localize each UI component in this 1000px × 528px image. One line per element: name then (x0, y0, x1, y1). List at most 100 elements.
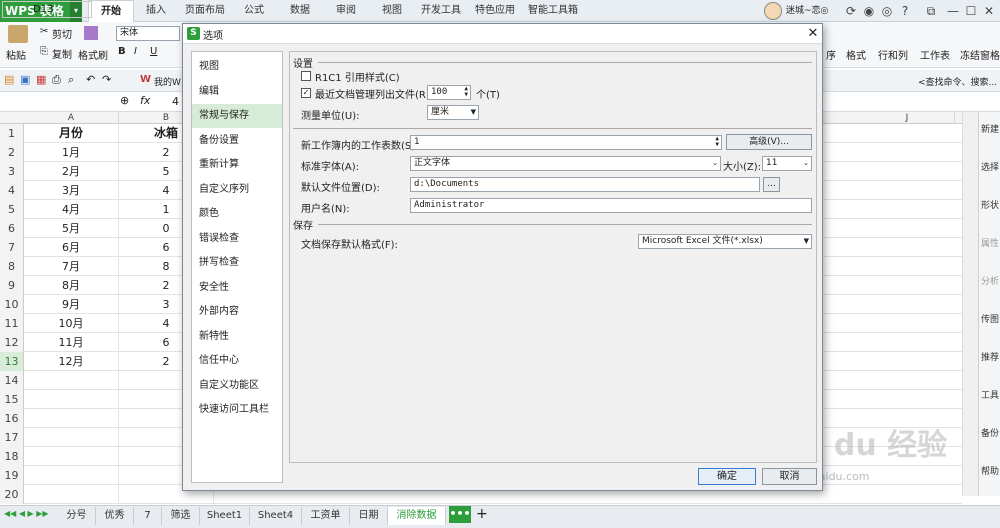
row-number[interactable]: 9 (0, 276, 24, 295)
cut-button[interactable]: 剪切 (52, 26, 72, 41)
column-header-j[interactable]: J (860, 112, 955, 124)
cell-a[interactable]: 4月 (24, 200, 119, 219)
restore-icon[interactable]: ⧉ (922, 2, 940, 20)
nav-item[interactable]: 编辑 (192, 80, 282, 104)
formula-input[interactable]: 4 (172, 95, 179, 108)
cell-a[interactable]: 6月 (24, 238, 119, 257)
side-backup[interactable]: 备份 (980, 426, 1000, 439)
side-new[interactable]: 新建 (980, 122, 1000, 135)
sheet-tab-2[interactable]: 7 (134, 507, 162, 525)
side-properties[interactable]: 属性 (980, 236, 1000, 249)
row-number[interactable]: 7 (0, 238, 24, 257)
row-number[interactable]: 2 (0, 143, 24, 162)
row-number[interactable]: 6 (0, 219, 24, 238)
nav-item[interactable]: 新特性 (192, 325, 282, 349)
dialog-title-bar[interactable] (183, 24, 822, 44)
format-painter-button[interactable]: 格式刷 (78, 47, 108, 62)
cell-a[interactable]: 8月 (24, 276, 119, 295)
tab-formulas[interactable]: 公式 (234, 0, 274, 22)
cancel-button[interactable]: 取消 (762, 468, 817, 485)
nav-item[interactable]: 常规与保存 (192, 104, 282, 128)
nav-item[interactable]: 拼写检查 (192, 251, 282, 275)
cell-a[interactable]: 9月 (24, 295, 119, 314)
dialog-close-icon[interactable]: ✕ (805, 25, 821, 42)
row-number[interactable]: 13 (0, 352, 24, 371)
cell-a[interactable] (24, 466, 119, 485)
ok-button[interactable]: 确定 (698, 468, 756, 485)
cell-a[interactable] (24, 485, 119, 504)
cell-a[interactable]: 月份 (24, 124, 119, 143)
tab-data[interactable]: 数据 (280, 0, 320, 22)
username-input[interactable]: Administrator (410, 198, 812, 213)
copy-icon[interactable]: ⎘ (40, 46, 48, 57)
underline-button[interactable]: U (150, 46, 157, 57)
sheet-tab-7[interactable]: 日期 (350, 507, 388, 525)
row-number[interactable]: 16 (0, 409, 24, 428)
worksheet-button[interactable]: 工作表 (920, 47, 950, 62)
row-number[interactable]: 18 (0, 447, 24, 466)
nav-item[interactable]: 自定义功能区 (192, 374, 282, 398)
nav-item[interactable]: 重新计算 (192, 153, 282, 177)
name-box[interactable]: D13 (2, 1, 92, 18)
recent-files-checkbox[interactable]: ✓ (301, 88, 311, 98)
sheet-tab-3[interactable]: 筛选 (162, 507, 200, 525)
side-select[interactable]: 选择 (980, 160, 1000, 173)
italic-button[interactable]: I (134, 46, 137, 57)
redo-icon[interactable]: ↷ (102, 73, 111, 86)
user-name[interactable]: 迷城~恋◎ (786, 0, 828, 22)
avatar[interactable] (764, 2, 782, 20)
side-tools[interactable]: 工具 (980, 388, 1000, 401)
row-number[interactable]: 15 (0, 390, 24, 409)
first-sheet-icon[interactable]: ◀◀ ◀ ▶ ▶▶ (4, 509, 49, 518)
skin-icon[interactable]: ◉ (860, 2, 878, 20)
bold-button[interactable]: B (118, 46, 126, 57)
row-number[interactable]: 20 (0, 485, 24, 504)
row-number[interactable]: 4 (0, 181, 24, 200)
command-search[interactable]: <查找命令、搜索... (918, 75, 997, 88)
nav-item[interactable]: 颜色 (192, 202, 282, 226)
format-button[interactable]: 格式 (846, 47, 866, 62)
sync-icon[interactable]: ⟳ (842, 2, 860, 20)
tab-review[interactable]: 审阅 (326, 0, 366, 22)
row-number[interactable]: 14 (0, 371, 24, 390)
sheet-tab-6[interactable]: 工资单 (302, 507, 350, 525)
font-size-select[interactable]: 11 ⌄ (762, 156, 812, 171)
cell-a[interactable] (24, 371, 119, 390)
cell-a[interactable]: 7月 (24, 257, 119, 276)
freeze-panes-button[interactable]: 冻结窗格 (960, 47, 1000, 62)
brush-icon[interactable] (84, 26, 98, 40)
side-shapes[interactable]: 形状 (980, 198, 1000, 211)
paste-button[interactable]: 粘贴 (6, 47, 26, 62)
row-number[interactable]: 17 (0, 428, 24, 447)
cell-a[interactable] (24, 428, 119, 447)
side-upload[interactable]: 传图 (980, 312, 1000, 325)
nav-item[interactable]: 错误检查 (192, 227, 282, 251)
nav-item[interactable]: 快速访问工具栏 (192, 398, 282, 422)
cell-a[interactable] (24, 409, 119, 428)
cell-a[interactable]: 10月 (24, 314, 119, 333)
recent-files-spinner[interactable]: 100 ▲ ▼ (427, 85, 471, 100)
sheet-tab-5[interactable]: Sheet4 (250, 507, 302, 525)
open-icon[interactable]: ▤ (4, 73, 14, 86)
print-icon[interactable]: ⎙ (52, 73, 61, 87)
file-location-input[interactable]: d:\Documents (410, 177, 760, 192)
standard-font-select[interactable]: 正文字体 ⌄ (410, 156, 721, 171)
tab-developer[interactable]: 开发工具 (416, 0, 466, 22)
tab-smart-tools[interactable]: 智能工具箱 (524, 0, 582, 22)
save-icon[interactable]: ▣ (20, 73, 30, 86)
tab-featured[interactable]: 特色应用 (470, 0, 520, 22)
nav-item[interactable]: 信任中心 (192, 349, 282, 373)
nav-item[interactable]: 自定义序列 (192, 178, 282, 202)
tab-page-layout[interactable]: 页面布局 (180, 0, 230, 22)
sheet-tab-active[interactable]: 消除数据 (388, 507, 446, 525)
row-number[interactable]: 11 (0, 314, 24, 333)
add-sheet-button[interactable]: + (476, 506, 488, 522)
maximize-icon[interactable]: ☐ (962, 2, 980, 20)
more-sheets-button[interactable]: ••• (449, 506, 471, 523)
nav-item[interactable]: 安全性 (192, 276, 282, 300)
minimize-icon[interactable]: — (944, 2, 962, 20)
tab-insert[interactable]: 插入 (136, 0, 176, 22)
close-icon[interactable]: ✕ (980, 2, 998, 20)
sheet-tab-0[interactable]: 分号 (58, 507, 96, 525)
cell-a[interactable]: 5月 (24, 219, 119, 238)
